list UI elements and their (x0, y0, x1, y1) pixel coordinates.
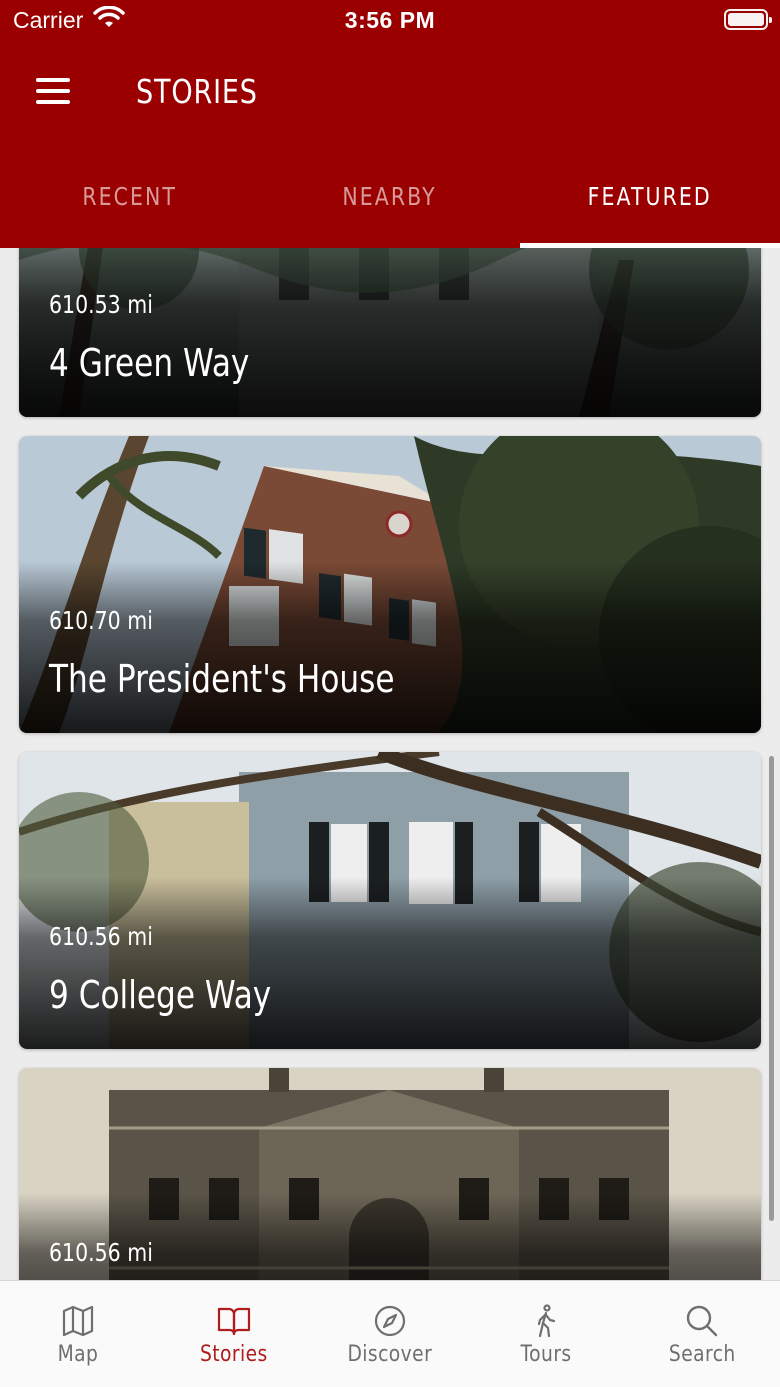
walking-person-icon (537, 1304, 556, 1338)
menu-button[interactable] (36, 78, 72, 106)
story-card[interactable]: 610.70 mi The President's House (19, 436, 761, 733)
story-card[interactable]: 610.56 mi (19, 1068, 761, 1280)
story-title: The President's House (49, 657, 395, 701)
story-card[interactable]: 610.53 mi 4 Green Way (19, 248, 761, 417)
status-bar: Carrier 3:56 PM (0, 0, 780, 42)
compass-icon (374, 1305, 406, 1337)
story-distance: 610.53 mi (49, 290, 153, 319)
tab-bar-discover[interactable]: Discover (312, 1281, 468, 1387)
scrollbar[interactable] (769, 756, 774, 1221)
story-distance: 610.56 mi (49, 922, 153, 951)
battery-icon (724, 9, 772, 30)
tab-bar-search[interactable]: Search (624, 1281, 780, 1387)
tab-bar-label: Discover (347, 1342, 433, 1367)
tab-nearby[interactable]: NEARBY (260, 170, 520, 248)
book-icon (217, 1307, 251, 1336)
map-icon (62, 1305, 94, 1337)
story-title: 4 Green Way (49, 341, 250, 385)
tab-bar-stories[interactable]: Stories (156, 1281, 312, 1387)
status-time: 3:56 PM (344, 7, 436, 33)
story-title: 9 College Way (49, 973, 272, 1017)
tab-bar-tours[interactable]: Tours (468, 1281, 624, 1387)
search-icon (686, 1305, 718, 1337)
tab-bar-label: Tours (520, 1342, 572, 1367)
bottom-tab-bar: Map Stories Discover Tours Search (0, 1280, 780, 1387)
tab-bar-label: Map (57, 1342, 99, 1367)
page-title: STORIES (136, 72, 258, 111)
tab-bar-label: Search (668, 1342, 736, 1367)
story-list[interactable]: 610.53 mi 4 Green Way 610.70 mi The Pres… (0, 248, 780, 1280)
story-card[interactable]: 610.56 mi 9 College Way (19, 752, 761, 1049)
story-distance: 610.56 mi (49, 1238, 153, 1267)
tab-recent[interactable]: RECENT (0, 170, 260, 248)
story-filter-tabs: RECENT NEARBY FEATURED (0, 170, 780, 248)
app-header: Carrier 3:56 PM STORIES RECENT NEARBY FE… (0, 0, 780, 248)
tab-featured[interactable]: FEATURED (520, 170, 780, 248)
tab-bar-map[interactable]: Map (0, 1281, 156, 1387)
tab-bar-label: Stories (200, 1342, 268, 1367)
story-distance: 610.70 mi (49, 606, 153, 635)
